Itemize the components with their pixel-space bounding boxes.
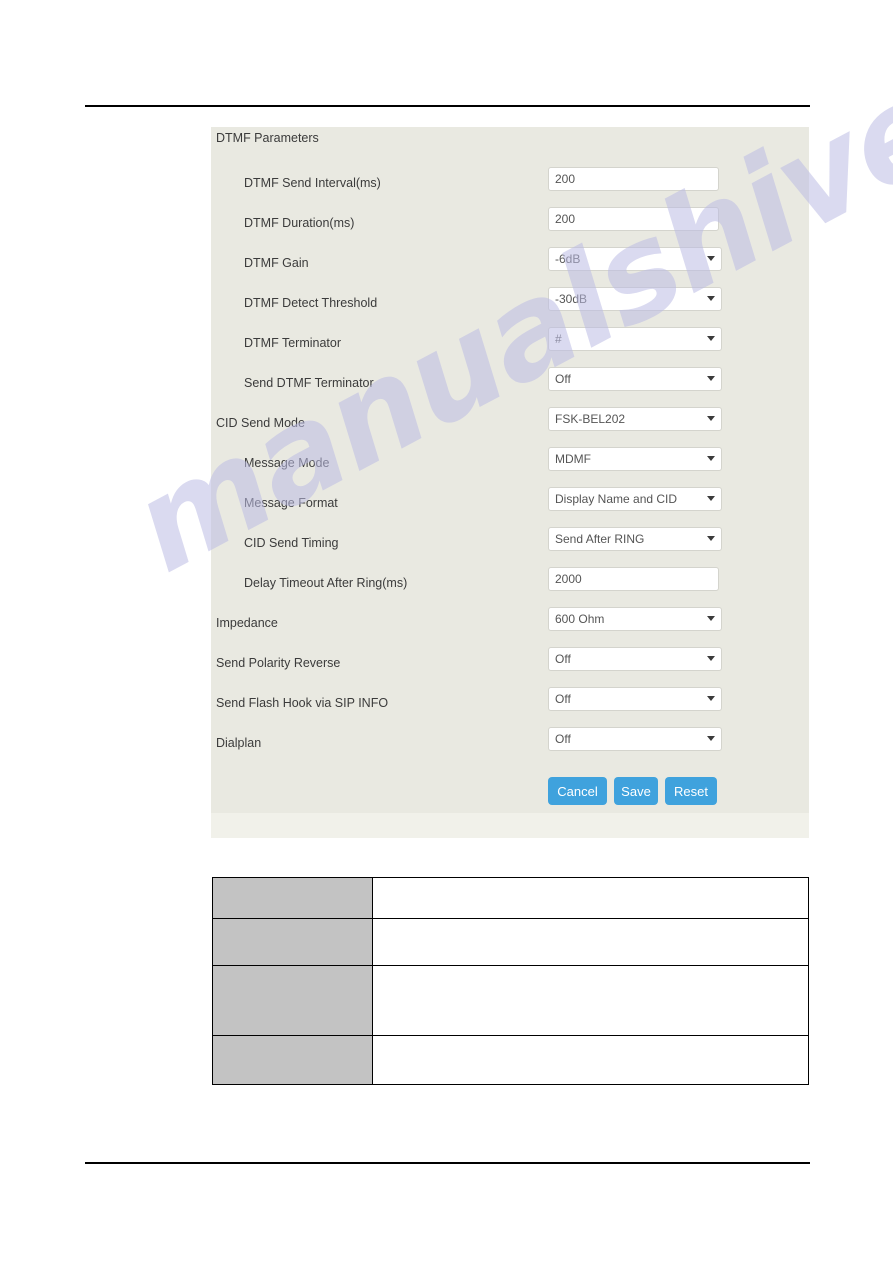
select-dropdown[interactable]: Send After RING [548, 527, 722, 551]
table-key-cell [212, 965, 373, 1036]
select-dropdown[interactable]: Off [548, 687, 722, 711]
field-label: DTMF Detect Threshold [244, 296, 378, 310]
chevron-down-icon [707, 736, 715, 741]
select-value: -6dB [555, 252, 581, 266]
chevron-down-icon [707, 296, 715, 301]
field-label: Send DTMF Terminator [244, 376, 374, 390]
field-label: CID Send Mode [216, 416, 305, 430]
field-label: Message Mode [244, 456, 330, 470]
table-row [212, 965, 809, 1036]
select-value: # [555, 332, 562, 346]
select-value: Send After RING [555, 532, 645, 546]
chevron-down-icon [707, 696, 715, 701]
select-value: Off [555, 652, 571, 666]
table-value-cell [372, 918, 809, 966]
field-label: Dialplan [216, 736, 262, 750]
table-row [212, 918, 809, 966]
select-value: Off [555, 732, 571, 746]
chevron-down-icon [707, 656, 715, 661]
form-row: Impedance 600 Ohm [211, 604, 809, 644]
form-row: Send Flash Hook via SIP INFO Off [211, 684, 809, 724]
form-row: Dialplan Off [211, 724, 809, 764]
table-value-cell [372, 1035, 809, 1085]
select-dropdown[interactable]: Off [548, 367, 722, 391]
chevron-down-icon [707, 536, 715, 541]
chevron-down-icon [707, 416, 715, 421]
text-input[interactable]: 200 [548, 167, 719, 191]
select-value: FSK-BEL202 [555, 412, 626, 426]
text-input[interactable]: 200 [548, 207, 719, 231]
select-value: MDMF [555, 452, 591, 466]
reset-button[interactable]: Reset [665, 777, 717, 805]
table-row [212, 877, 809, 919]
field-label: Send Flash Hook via SIP INFO [216, 696, 389, 710]
select-dropdown[interactable]: FSK-BEL202 [548, 407, 722, 431]
form-row: DTMF Gain -6dB [211, 244, 809, 284]
cancel-button[interactable]: Cancel [548, 777, 607, 805]
chevron-down-icon [707, 376, 715, 381]
select-dropdown[interactable]: # [548, 327, 722, 351]
field-label: Delay Timeout After Ring(ms) [244, 576, 408, 590]
field-label: DTMF Duration(ms) [244, 216, 355, 230]
select-value: -30dB [555, 292, 588, 306]
select-value: Display Name and CID [555, 492, 678, 506]
form-row: DTMF Terminator # [211, 324, 809, 364]
form-row: Message Format Display Name and CID [211, 484, 809, 524]
select-dropdown[interactable]: MDMF [548, 447, 722, 471]
form-row: Delay Timeout After Ring(ms) 2000 [211, 564, 809, 604]
select-value: 600 Ohm [555, 612, 605, 626]
field-label: DTMF Terminator [244, 336, 342, 350]
form-row: DTMF Send Interval(ms) 200 [211, 164, 809, 204]
form-row: Send Polarity Reverse Off [211, 644, 809, 684]
action-button-bar: Cancel Save Reset [548, 777, 798, 805]
chevron-down-icon [707, 256, 715, 261]
select-dropdown[interactable]: -30dB [548, 287, 722, 311]
chevron-down-icon [707, 456, 715, 461]
header-rule [85, 105, 810, 107]
chevron-down-icon [707, 496, 715, 501]
select-dropdown[interactable]: 600 Ohm [548, 607, 722, 631]
description-table [212, 877, 809, 1085]
form-row: DTMF Detect Threshold -30dB [211, 284, 809, 324]
select-dropdown[interactable]: Off [548, 647, 722, 671]
form-row: DTMF Duration(ms) 200 [211, 204, 809, 244]
dtmf-parameters-panel: DTMF Parameters DTMF Send Interval(ms) 20… [211, 127, 809, 813]
footer-rule [85, 1162, 810, 1164]
save-button[interactable]: Save [614, 777, 658, 805]
table-row [212, 1035, 809, 1085]
form-row: Message Mode MDMF [211, 444, 809, 484]
chevron-down-icon [707, 336, 715, 341]
select-dropdown[interactable]: -6dB [548, 247, 722, 271]
field-label: Message Format [244, 496, 338, 510]
form-row: CID Send Mode FSK-BEL202 [211, 404, 809, 444]
field-label: CID Send Timing [244, 536, 339, 550]
text-input[interactable]: 2000 [548, 567, 719, 591]
panel-footer-bar [211, 813, 809, 838]
form-row: CID Send Timing Send After RING [211, 524, 809, 564]
chevron-down-icon [707, 616, 715, 621]
select-dropdown[interactable]: Display Name and CID [548, 487, 722, 511]
select-dropdown[interactable]: Off [548, 727, 722, 751]
table-value-cell [372, 877, 809, 919]
table-key-cell [212, 918, 373, 966]
panel-section-title: DTMF Parameters [216, 131, 319, 145]
field-label: DTMF Send Interval(ms) [244, 176, 381, 190]
form-row: Send DTMF Terminator Off [211, 364, 809, 404]
field-label: DTMF Gain [244, 256, 309, 270]
field-label: Send Polarity Reverse [216, 656, 341, 670]
table-key-cell [212, 1035, 373, 1085]
field-label: Impedance [216, 616, 278, 630]
table-value-cell [372, 965, 809, 1036]
select-value: Off [555, 692, 571, 706]
table-key-cell [212, 877, 373, 919]
select-value: Off [555, 372, 571, 386]
